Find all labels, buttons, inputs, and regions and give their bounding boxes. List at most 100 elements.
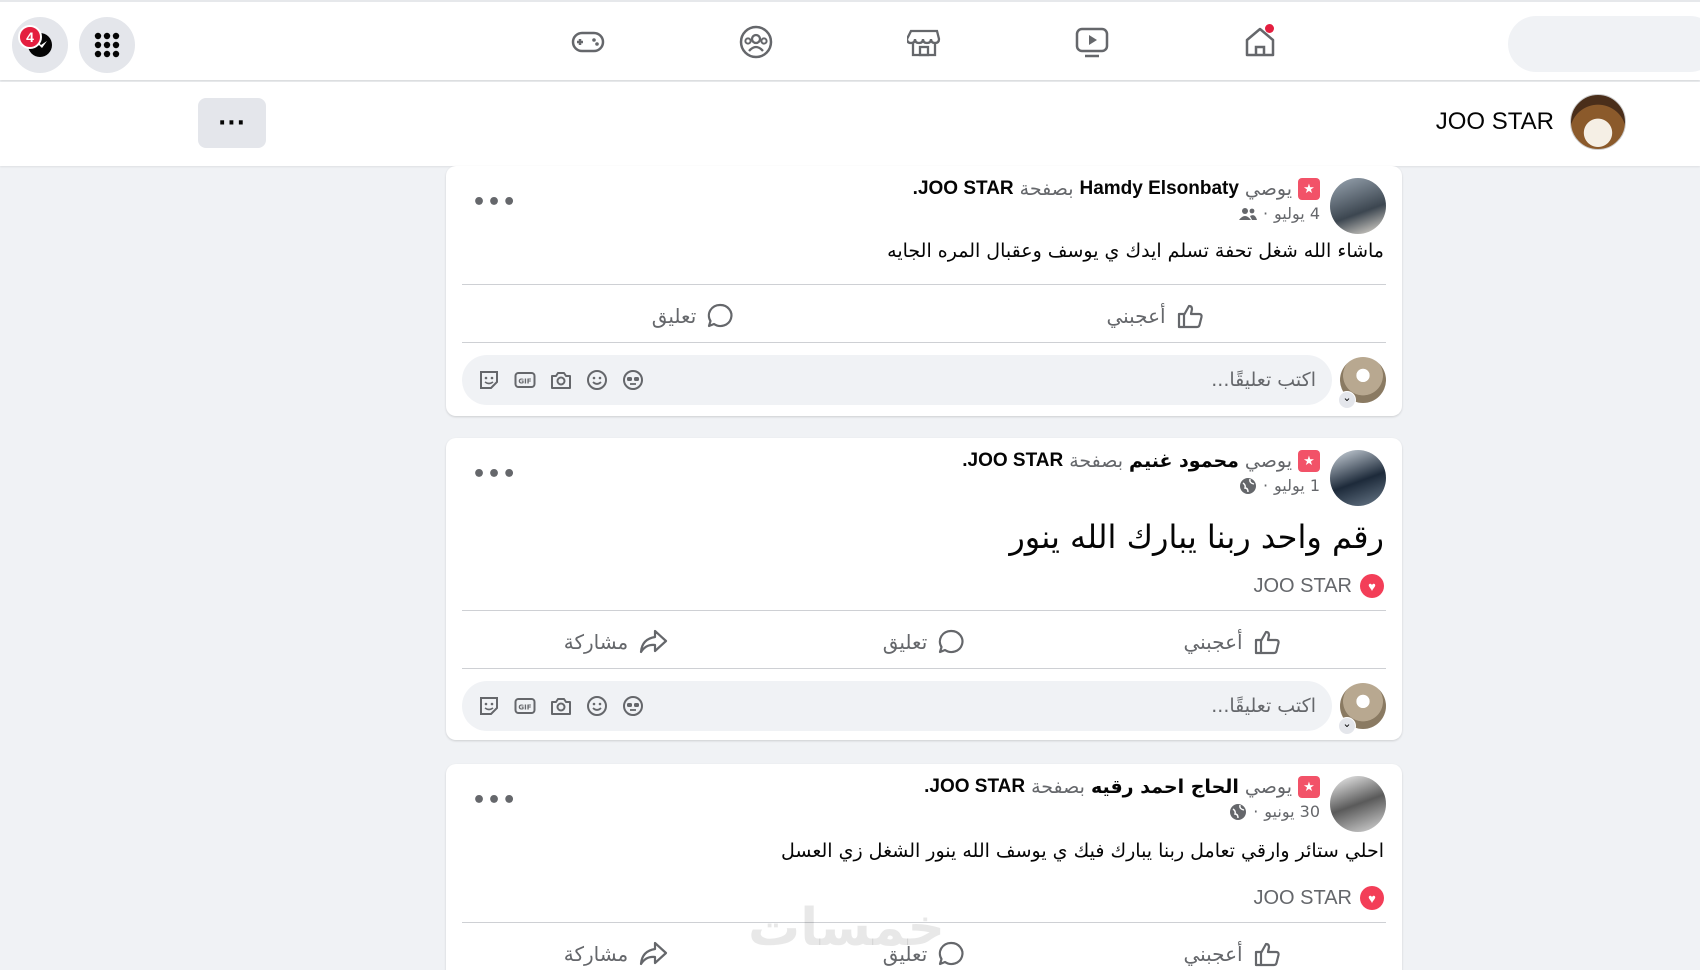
gaming-icon xyxy=(571,31,605,53)
post-date[interactable]: 1 يوليو xyxy=(1274,476,1320,495)
top-navigation-bar: 4 xyxy=(0,0,1700,80)
comment-icon xyxy=(708,303,733,328)
emoji-icon[interactable] xyxy=(586,369,608,391)
public-icon xyxy=(1239,477,1256,494)
like-label: أعجبني xyxy=(1183,630,1243,654)
post-date[interactable]: 30 يونيو xyxy=(1264,802,1320,821)
share-icon xyxy=(640,941,668,966)
reviewer-name[interactable]: الحاج احمد رقيه xyxy=(1091,776,1239,798)
reviewed-page-link[interactable]: JOO STAR. xyxy=(913,178,1014,200)
recommends-label: يوصي xyxy=(1244,776,1292,798)
like-icon xyxy=(1177,304,1203,329)
reaction-name: JOO STAR xyxy=(1253,574,1352,597)
post-options-button[interactable]: ••• xyxy=(472,462,517,487)
reaction-name: JOO STAR xyxy=(1253,886,1352,909)
svg-text:GIF: GIF xyxy=(518,704,531,712)
recommends-label: يوصي xyxy=(1244,450,1292,472)
watermark: خمسات xyxy=(748,898,946,958)
recommend-icon: ★ xyxy=(1298,178,1320,200)
like-icon xyxy=(1254,942,1280,967)
share-label: مشاركة xyxy=(563,630,629,654)
review-card: ★ يوصي محمود غنيم بصفحة JOO STAR. 1 يولي… xyxy=(446,438,1402,740)
marketplace-icon xyxy=(907,29,941,57)
reviewer-avatar[interactable] xyxy=(1330,776,1386,832)
messenger-button[interactable]: 4 xyxy=(12,17,68,73)
separator: · xyxy=(1253,802,1259,821)
like-label: أعجبني xyxy=(1183,942,1243,966)
page-more-button[interactable]: ··· xyxy=(198,98,266,148)
comment-composer: اكتب تعليقًا... GIF xyxy=(462,354,1386,409)
divider xyxy=(462,610,1386,611)
commenter-avatar[interactable] xyxy=(1338,683,1386,735)
svg-text:GIF: GIF xyxy=(518,378,531,386)
reviewer-avatar[interactable] xyxy=(1330,178,1386,234)
emoji-icon[interactable] xyxy=(586,695,608,717)
share-label: مشاركة xyxy=(563,942,629,966)
reviewed-page-link[interactable]: JOO STAR. xyxy=(924,776,1025,798)
comment-composer: اكتب تعليقًا... GIF xyxy=(462,680,1386,735)
avatar-sticker-icon[interactable] xyxy=(622,369,644,391)
page-prefix-label: بصفحة xyxy=(1069,450,1124,472)
reviewer-avatar[interactable] xyxy=(1330,450,1386,506)
reviewed-page-link[interactable]: JOO STAR. xyxy=(962,450,1063,472)
comment-button[interactable]: تعليق xyxy=(770,616,1078,668)
sticker-icon[interactable] xyxy=(478,695,500,717)
share-button[interactable]: مشاركة xyxy=(462,616,770,668)
recommends-label: يوصي xyxy=(1244,178,1292,200)
divider xyxy=(462,668,1386,669)
like-button[interactable]: أعجبني xyxy=(1078,928,1386,970)
post-options-button[interactable]: ••• xyxy=(472,788,517,813)
menu-button[interactable] xyxy=(79,17,135,73)
nav-home[interactable] xyxy=(1240,22,1280,62)
gif-icon[interactable]: GIF xyxy=(514,695,536,717)
avatar-sticker-icon[interactable] xyxy=(622,695,644,717)
like-icon xyxy=(1254,630,1280,655)
page-avatar[interactable] xyxy=(1570,94,1626,150)
page-header: ··· JOO STAR xyxy=(0,82,1700,166)
notification-badge: 4 xyxy=(18,25,42,49)
camera-icon[interactable] xyxy=(550,695,572,717)
like-button[interactable]: أعجبني xyxy=(1078,616,1386,668)
nav-marketplace[interactable] xyxy=(904,22,944,62)
recommend-icon: ★ xyxy=(1298,776,1320,798)
like-label: أعجبني xyxy=(1106,304,1166,328)
recommend-icon: ★ xyxy=(1298,450,1320,472)
camera-icon[interactable] xyxy=(550,369,572,391)
share-button[interactable]: مشاركة xyxy=(462,928,770,970)
separator: · xyxy=(1262,204,1269,223)
like-button[interactable]: أعجبني xyxy=(924,290,1386,342)
nav-gaming[interactable] xyxy=(568,22,608,62)
comment-button[interactable]: تعليق xyxy=(462,290,924,342)
divider xyxy=(462,284,1386,285)
review-text: احلي ستائر وارقي تعامل ربنا يبارك فيك ي … xyxy=(780,840,1384,862)
page-prefix-label: بصفحة xyxy=(1031,776,1085,798)
reviewer-name[interactable]: محمود غنيم xyxy=(1129,450,1239,472)
comment-input[interactable]: اكتب تعليقًا... GIF xyxy=(462,681,1332,731)
nav-groups[interactable] xyxy=(736,22,776,62)
comment-placeholder: اكتب تعليقًا... xyxy=(1211,695,1316,717)
comment-input[interactable]: اكتب تعليقًا... GIF xyxy=(462,355,1332,405)
reactions-summary[interactable]: ♥ JOO STAR xyxy=(1253,574,1384,598)
comment-placeholder: اكتب تعليقًا... xyxy=(1211,369,1316,391)
sticker-icon[interactable] xyxy=(478,369,500,391)
share-icon xyxy=(640,629,668,654)
love-reaction-icon: ♥ xyxy=(1360,574,1384,598)
nav-watch[interactable] xyxy=(1072,22,1112,62)
love-reaction-icon: ♥ xyxy=(1360,886,1384,910)
search-field[interactable] xyxy=(1508,16,1700,72)
post-date[interactable]: 4 يوليو xyxy=(1274,204,1320,223)
commenter-avatar[interactable] xyxy=(1338,357,1386,409)
comment-label: تعليق xyxy=(651,304,697,328)
comment-label: تعليق xyxy=(882,630,928,654)
review-card: ★ يوصي Hamdy Elsonbaty بصفحة JOO STAR. 4… xyxy=(446,166,1402,416)
reviewer-name[interactable]: Hamdy Elsonbaty xyxy=(1079,178,1238,200)
watch-icon xyxy=(1075,27,1109,58)
review-text: رقم واحد ربنا يبارك الله ينور xyxy=(1009,518,1384,556)
groups-icon xyxy=(739,25,773,59)
gif-icon[interactable]: GIF xyxy=(514,369,536,391)
page-title[interactable]: JOO STAR xyxy=(1436,108,1554,136)
post-options-button[interactable]: ••• xyxy=(472,190,517,215)
page-prefix-label: بصفحة xyxy=(1019,178,1074,200)
divider xyxy=(462,342,1386,343)
reactions-summary[interactable]: ♥ JOO STAR xyxy=(1253,886,1384,910)
